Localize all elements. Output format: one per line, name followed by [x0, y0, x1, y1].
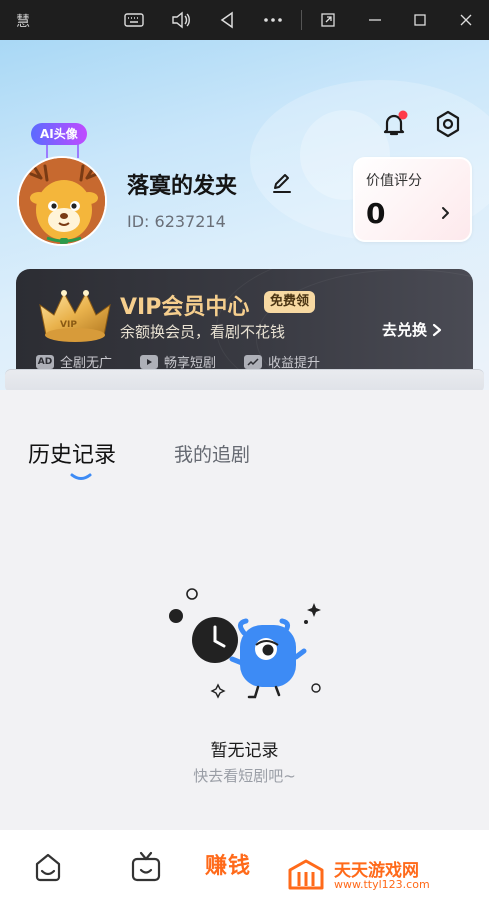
- vip-exchange-label: 去兑换: [382, 321, 428, 339]
- vip-subtitle: 余额换会员，看剧不花钱: [120, 323, 286, 341]
- vip-feature-label: 收益提升: [268, 356, 321, 371]
- gold-crown-icon: VIP: [34, 283, 116, 345]
- empty-state-subtitle: 快去看短剧吧~: [193, 767, 296, 785]
- minimize-icon[interactable]: [363, 8, 387, 32]
- keyboard-icon[interactable]: [122, 8, 146, 32]
- ai-avatar-badge[interactable]: AI头像: [31, 123, 87, 145]
- user-id: ID: 6237214: [127, 212, 226, 231]
- empty-state-illustration: [160, 585, 330, 705]
- titlebar-divider: [301, 10, 302, 30]
- earn-nav-button[interactable]: 赚钱: [205, 848, 251, 880]
- vip-card-base: [5, 370, 484, 392]
- window-titlebar: 慧: [0, 0, 489, 40]
- bottom-navigation: 赚钱 天天游戏网 www.ttyl123.com: [0, 830, 489, 909]
- chevron-right-icon: [432, 323, 442, 336]
- vip-feature-short-drama: 畅享短剧: [140, 352, 216, 371]
- vip-feature-label: 全剧无广: [60, 356, 113, 371]
- vip-feature-earnings: 收益提升: [244, 352, 320, 371]
- avatar[interactable]: [17, 156, 107, 246]
- vip-exchange-button[interactable]: 去兑换: [382, 319, 443, 340]
- score-label: 价值评分: [366, 173, 422, 189]
- settings-gear-icon[interactable]: [431, 107, 465, 141]
- chevron-right-icon: [437, 205, 453, 221]
- volume-icon[interactable]: [169, 8, 193, 32]
- deer-avatar-icon: [19, 158, 105, 244]
- tv-nav-icon[interactable]: [129, 850, 163, 884]
- maximize-icon[interactable]: [408, 8, 432, 32]
- trend-up-icon: [244, 354, 262, 369]
- vip-feature-label: 畅享短剧: [164, 356, 217, 371]
- back-triangle-icon[interactable]: [215, 8, 239, 32]
- vip-free-tag: 免费领: [264, 291, 316, 313]
- more-icon[interactable]: [261, 8, 285, 32]
- home-nav-icon[interactable]: [31, 850, 65, 884]
- empty-state-title: 暂无记录: [210, 741, 279, 761]
- watermark-logo-icon: [286, 858, 326, 894]
- svg-text:VIP: VIP: [60, 320, 77, 330]
- value-score-card[interactable]: 价值评分 0: [353, 157, 472, 242]
- ad-icon: AD: [36, 354, 54, 369]
- notification-bell-icon[interactable]: [377, 107, 411, 141]
- edit-pencil-icon[interactable]: [270, 171, 294, 195]
- tab-active-indicator: [70, 466, 92, 480]
- vip-title: VIP会员中心: [120, 295, 250, 320]
- play-icon: [140, 354, 158, 369]
- vip-feature-no-ads: AD 全剧无广: [36, 352, 112, 371]
- window-title: 慧: [16, 14, 30, 30]
- score-value: 0: [366, 197, 386, 230]
- tab-my-dramas[interactable]: 我的追剧: [174, 440, 250, 467]
- popout-icon[interactable]: [316, 8, 340, 32]
- watermark-url: www.ttyl123.com: [334, 878, 430, 891]
- close-icon[interactable]: [454, 8, 478, 32]
- tab-history[interactable]: 历史记录: [28, 437, 116, 469]
- user-nickname: 落寞的发夹: [127, 174, 238, 199]
